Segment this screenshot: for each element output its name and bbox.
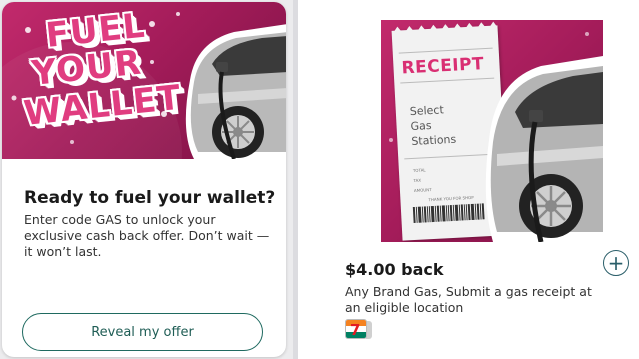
promo-card: FUEL YOUR WALLET Ready to fuel your wall… [2,2,286,357]
receipt-total-label: TOTAL [412,167,426,173]
plus-circle-icon: + [607,251,625,275]
car-charging-illustration [185,24,286,159]
receipt-thanks: THANK YOU FOR SHOP [428,194,474,203]
receipt-heading: RECEIPT [401,54,485,79]
receipt-lines: Select Gas Stations [409,102,456,149]
promo-title: Ready to fuel your wallet? [24,188,276,208]
reveal-offer-button[interactable]: Reveal my offer [22,313,263,351]
promo-description: Enter code GAS to unlock your exclusive … [24,212,270,259]
receipt-line-3: Stations [411,132,457,149]
promo-hero-image: FUEL YOUR WALLET [2,2,286,159]
receipt-tax-label: TAX [413,177,422,183]
offer-image[interactable]: RECEIPT Select Gas Stations TOTAL TAX AM… [381,20,603,242]
receipt-rule-top [398,47,493,54]
offer-amount: $4.00 back [345,260,444,279]
seven-eleven-logo-icon: 7 [345,319,367,339]
receipt-amount-label: AMOUNT [413,187,432,193]
offer-description: Any Brand Gas, Submit a gas receipt at a… [345,284,592,315]
car-charging-illustration-offer [485,56,603,242]
add-offer-button[interactable]: + [603,250,629,276]
